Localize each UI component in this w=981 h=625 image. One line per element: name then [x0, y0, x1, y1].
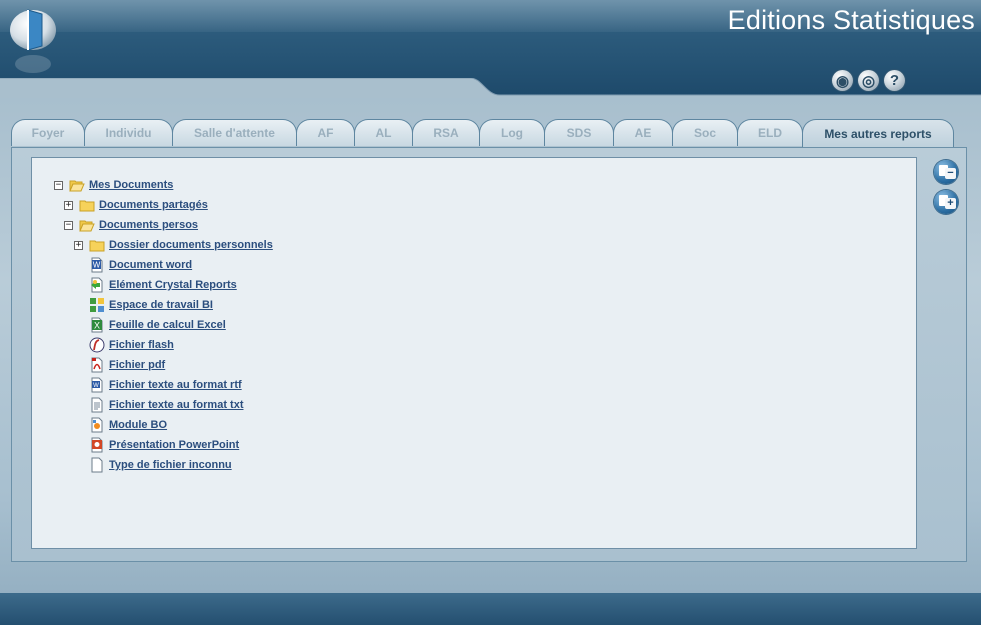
collapse-all-button[interactable]: − [934, 160, 958, 184]
tree-item: − Documents persos [64, 216, 198, 234]
expand-all-button[interactable]: + [934, 190, 958, 214]
tree-item-link[interactable]: Dossier documents personnels [109, 239, 273, 251]
tree-item: − Mes Documents [54, 176, 173, 194]
tab-mes-autres-reports[interactable]: Mes autres reports [802, 119, 954, 148]
tab-al[interactable]: AL [354, 119, 413, 146]
word-icon: W [89, 257, 105, 273]
tab-individu[interactable]: Individu [84, 119, 173, 146]
bo-module-icon [89, 417, 105, 433]
tree-item-link[interactable]: Mes Documents [89, 179, 173, 191]
folder-open-icon [79, 217, 95, 233]
tree-item-link[interactable]: Présentation PowerPoint [109, 439, 239, 451]
folder-open-icon [69, 177, 85, 193]
tab-sds[interactable]: SDS [544, 119, 614, 146]
tree-item-link[interactable]: Type de fichier inconnu [109, 459, 232, 471]
tree-item: + Documents partagés [64, 196, 208, 214]
crystal-reports-icon [89, 277, 105, 293]
tree-item: Fichier texte au format txt [74, 396, 243, 414]
header-wave [0, 78, 981, 98]
tree-item: Présentation PowerPoint [74, 436, 239, 454]
expand-toggle[interactable]: + [74, 240, 83, 250]
tab-soc[interactable]: Soc [672, 119, 738, 146]
tree-item-link[interactable]: Module BO [109, 419, 167, 431]
tab-log[interactable]: Log [479, 119, 545, 146]
tree-item-link[interactable]: Fichier pdf [109, 359, 165, 371]
expand-toggle[interactable]: + [64, 200, 73, 210]
tree-item-link[interactable]: Documents persos [99, 219, 198, 231]
flash-icon [89, 337, 105, 353]
tab-ae[interactable]: AE [613, 119, 673, 146]
excel-icon: X [89, 317, 105, 333]
pdf-icon [89, 357, 105, 373]
app-footer [0, 593, 981, 625]
tree-item: W Document word [74, 256, 192, 274]
collapse-toggle[interactable]: − [64, 220, 73, 230]
tab-bar: Foyer Individu Salle d'attente AF AL RSA Log SD… [11, 119, 954, 148]
tree-item: W Fichier texte au format rtf [74, 376, 242, 394]
tree-item: Espace de travail BI [74, 296, 213, 314]
tab-af[interactable]: AF [296, 119, 355, 146]
powerpoint-icon [89, 437, 105, 453]
tree-item: + Dossier documents personnels [74, 236, 273, 254]
tree-item: X Feuille de calcul Excel [74, 316, 226, 334]
svg-text:W: W [93, 261, 101, 270]
tree-item: Fichier pdf [74, 356, 165, 374]
txt-icon [89, 397, 105, 413]
tab-salle-d-attente[interactable]: Salle d'attente [172, 119, 297, 146]
tab-eld[interactable]: ELD [737, 119, 803, 146]
tab-rsa[interactable]: RSA [412, 119, 480, 146]
folder-icon [79, 197, 95, 213]
tab-foyer[interactable]: Foyer [11, 119, 85, 146]
folder-icon [89, 237, 105, 253]
app-logo [10, 9, 56, 73]
svg-text:W: W [93, 383, 99, 389]
tree-item: Type de fichier inconnu [74, 456, 232, 474]
plus-icon: + [945, 198, 956, 209]
tree-item: Fichier flash [74, 336, 174, 354]
app-title: Editions Statistiques [727, 5, 975, 35]
svg-text:X: X [94, 321, 100, 331]
tree-item-link[interactable]: Fichier flash [109, 339, 174, 351]
tree-item: Elément Crystal Reports [74, 276, 237, 294]
tree-item-link[interactable]: Feuille de calcul Excel [109, 319, 226, 331]
tree-item-link[interactable]: Espace de travail BI [109, 299, 213, 311]
tree-item: Module BO [74, 416, 167, 434]
tree-item-link[interactable]: Fichier texte au format rtf [109, 379, 242, 391]
document-tree-panel: − Mes Documents + Documents partagés − Docume… [31, 157, 917, 549]
tree-item-link[interactable]: Document word [109, 259, 192, 271]
tree-item-link[interactable]: Documents partagés [99, 199, 208, 211]
minus-icon: − [945, 168, 956, 179]
tree-item-link[interactable]: Fichier texte au format txt [109, 399, 243, 411]
collapse-toggle[interactable]: − [54, 180, 63, 190]
unknown-file-icon [89, 457, 105, 473]
bi-workspace-icon [89, 297, 105, 313]
rtf-icon: W [89, 377, 105, 393]
tree-item-link[interactable]: Elément Crystal Reports [109, 279, 237, 291]
